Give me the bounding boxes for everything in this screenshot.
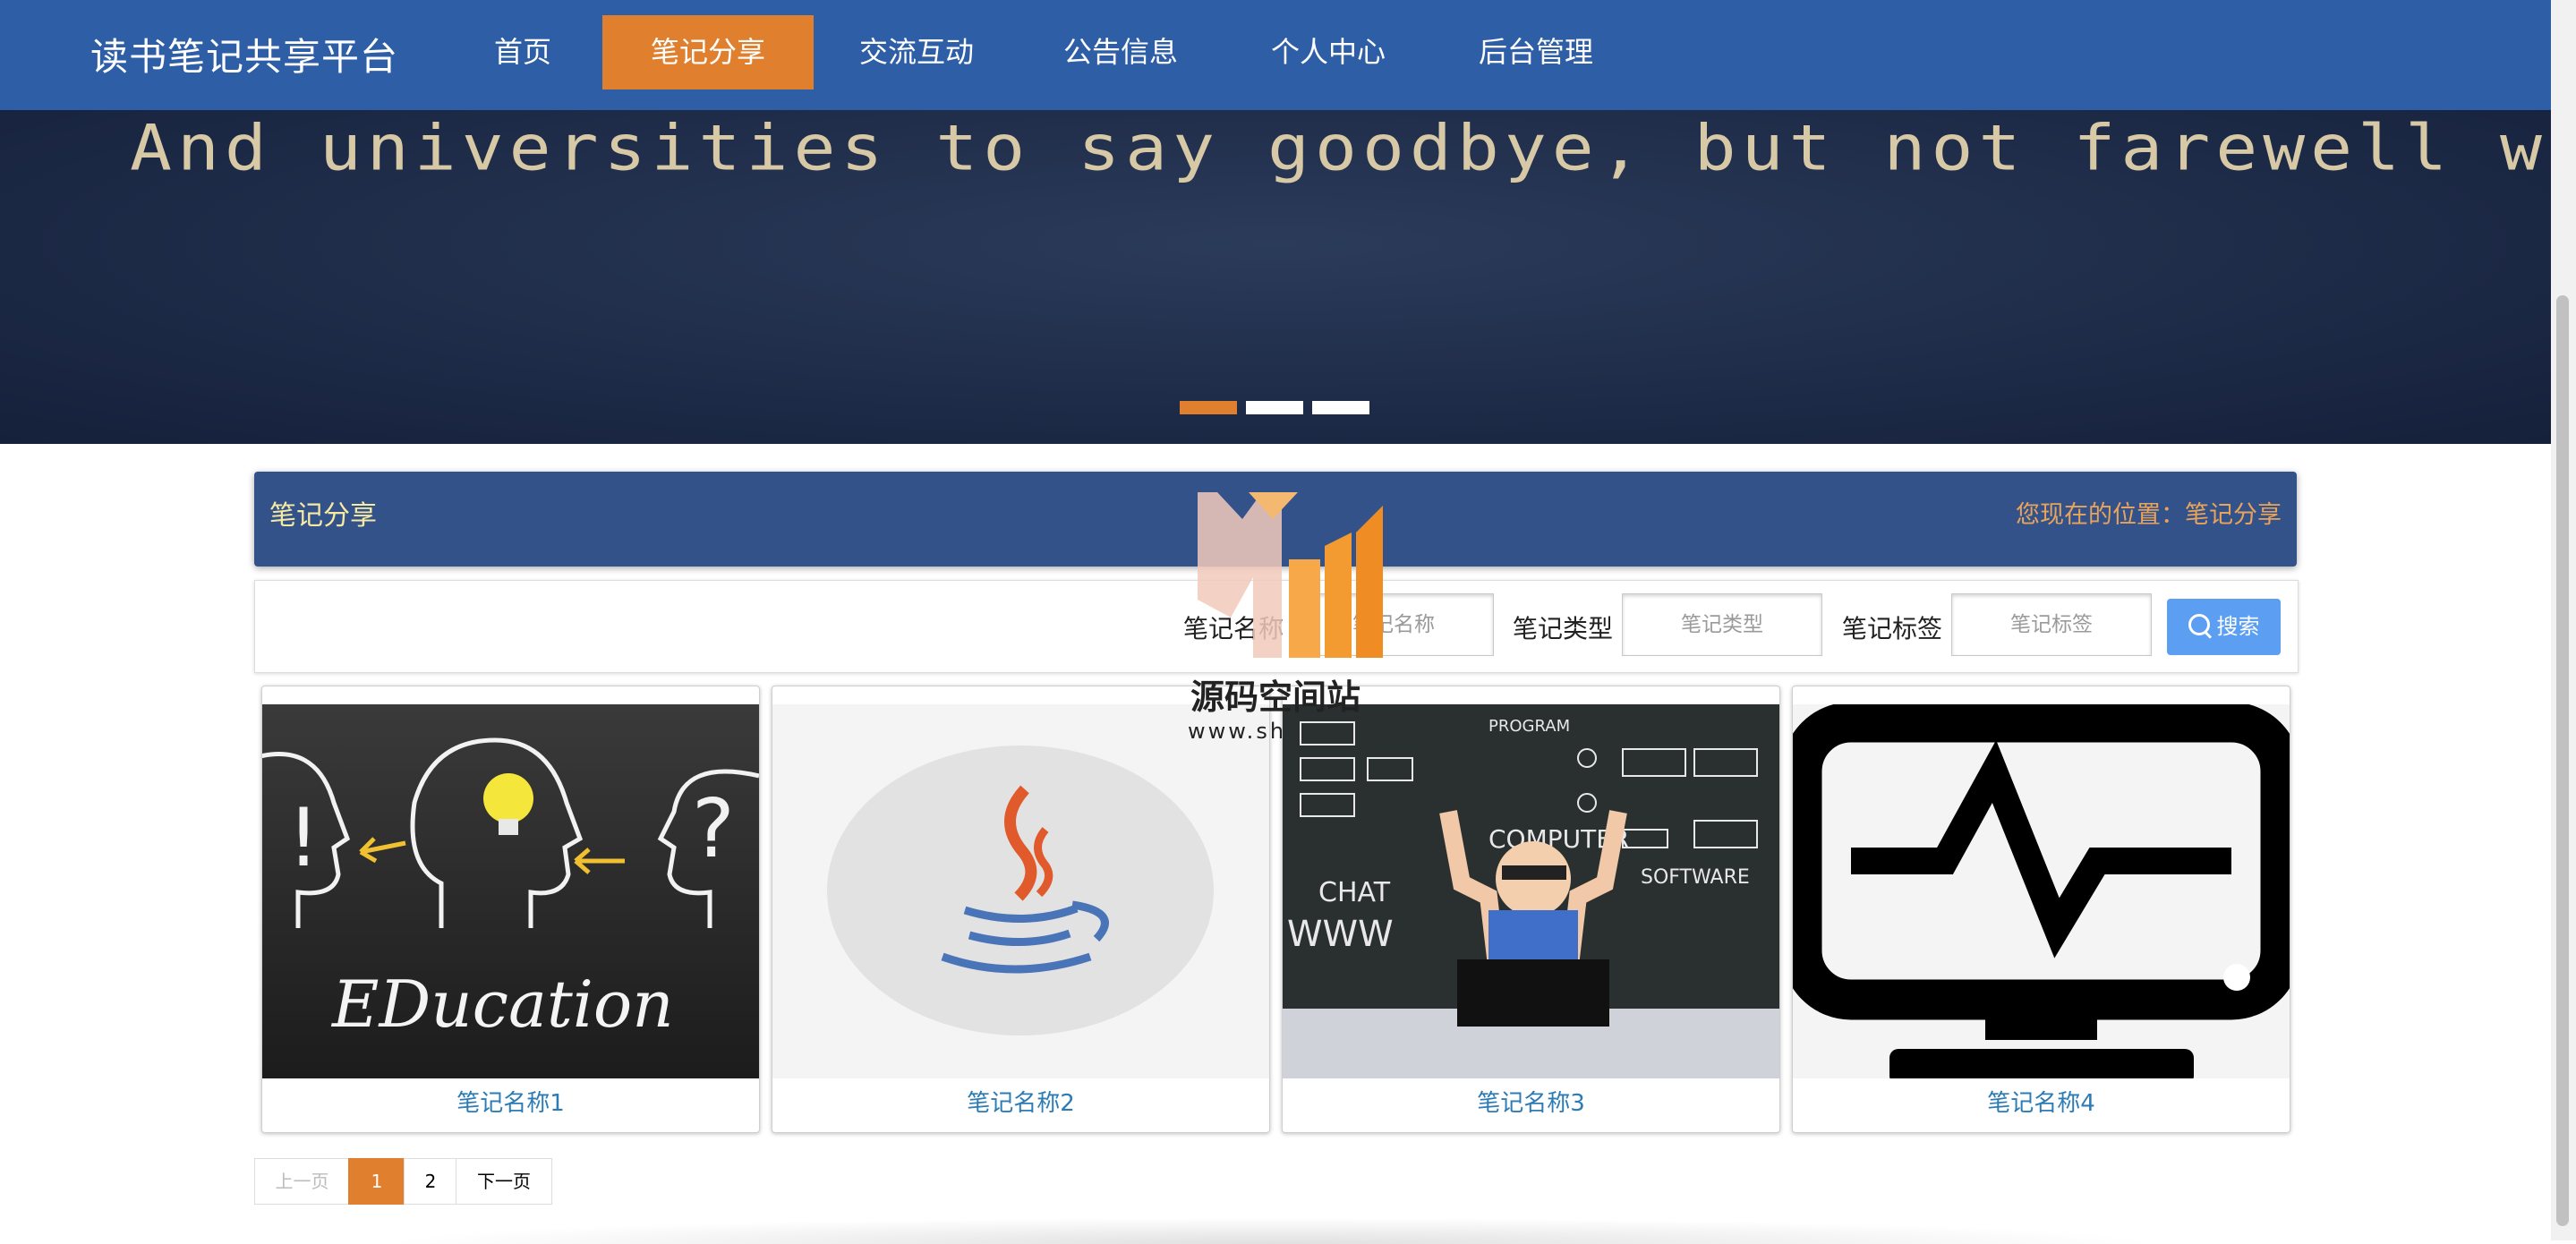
top-navbar: 读书笔记共享平台 首页 笔记分享 交流互动 公告信息 个人中心 后台管理	[0, 0, 2551, 110]
svg-text:PROGRAM: PROGRAM	[1488, 717, 1570, 736]
svg-text:!: !	[287, 791, 320, 885]
carousel-dot-2[interactable]	[1246, 401, 1303, 414]
note-card-1[interactable]: ! ? EDucation 笔记名称1	[261, 686, 760, 1133]
tag-label: 笔记标签	[1842, 614, 1943, 643]
note-card-2[interactable]: 笔记名称2	[772, 686, 1270, 1133]
note-title[interactable]: 笔记名称4	[1793, 1085, 2290, 1118]
type-input[interactable]	[1622, 593, 1822, 656]
svg-text:EDucation: EDucation	[330, 967, 674, 1042]
svg-text:?: ?	[692, 782, 735, 876]
monitor-pulse-icon[interactable]	[1793, 704, 2290, 1078]
nav-home[interactable]: 首页	[465, 15, 580, 89]
carousel-dot-1[interactable]	[1180, 401, 1237, 414]
banner-slogan: And universities to say goodbye, but not…	[130, 112, 2551, 185]
nav-notes-share[interactable]: 笔记分享	[602, 15, 814, 89]
search-button-label: 搜索	[2216, 614, 2260, 639]
section-title: 笔记分享	[269, 500, 377, 532]
nav-announcements[interactable]: 公告信息	[1041, 15, 1200, 89]
note-card-4[interactable]: 笔记名称4	[1792, 686, 2290, 1133]
nav-admin[interactable]: 后台管理	[1456, 15, 1616, 89]
pagination-page-2[interactable]: 2	[404, 1158, 457, 1205]
carousel-dot-3[interactable]	[1312, 401, 1369, 414]
breadcrumb-location: 您现在的位置：笔记分享	[2016, 501, 2282, 529]
pagination-prev[interactable]: 上一页	[254, 1158, 350, 1205]
site-brand[interactable]: 读书笔记共享平台	[90, 27, 398, 81]
nav-personal-center[interactable]: 个人中心	[1249, 15, 1408, 89]
svg-text:SOFTWARE: SOFTWARE	[1641, 866, 1750, 889]
pagination-page-1[interactable]: 1	[348, 1158, 405, 1205]
svg-text:CHAT: CHAT	[1318, 877, 1391, 908]
watermark-url: www.sh	[1188, 719, 1287, 744]
type-label: 笔记类型	[1513, 614, 1614, 643]
pagination-next[interactable]: 下一页	[456, 1158, 552, 1205]
note-title[interactable]: 笔记名称2	[772, 1085, 1269, 1118]
banner-carousel[interactable]: And universities to say goodbye, but not…	[0, 110, 2551, 444]
scrollbar-thumb[interactable]	[2556, 295, 2569, 1226]
note-title[interactable]: 笔记名称1	[262, 1085, 759, 1118]
note-card-3[interactable]: PROGRAM COMPUTER SOFTWARE CHAT WWW 笔记名称3	[1282, 686, 1780, 1133]
search-button[interactable]: 搜索	[2167, 599, 2281, 655]
svg-text:WWW: WWW	[1287, 914, 1394, 955]
search-icon	[2188, 614, 2210, 635]
note-image-java[interactable]	[772, 704, 1269, 1078]
tag-input[interactable]	[1951, 593, 2152, 656]
note-image-boy-computer[interactable]: PROGRAM COMPUTER SOFTWARE CHAT WWW	[1283, 704, 1779, 1078]
nav-interaction[interactable]: 交流互动	[837, 15, 996, 89]
note-title[interactable]: 笔记名称3	[1283, 1085, 1779, 1118]
note-image-education[interactable]: ! ? EDucation	[262, 704, 759, 1078]
watermark-text: 源码空间站	[1190, 677, 1361, 717]
